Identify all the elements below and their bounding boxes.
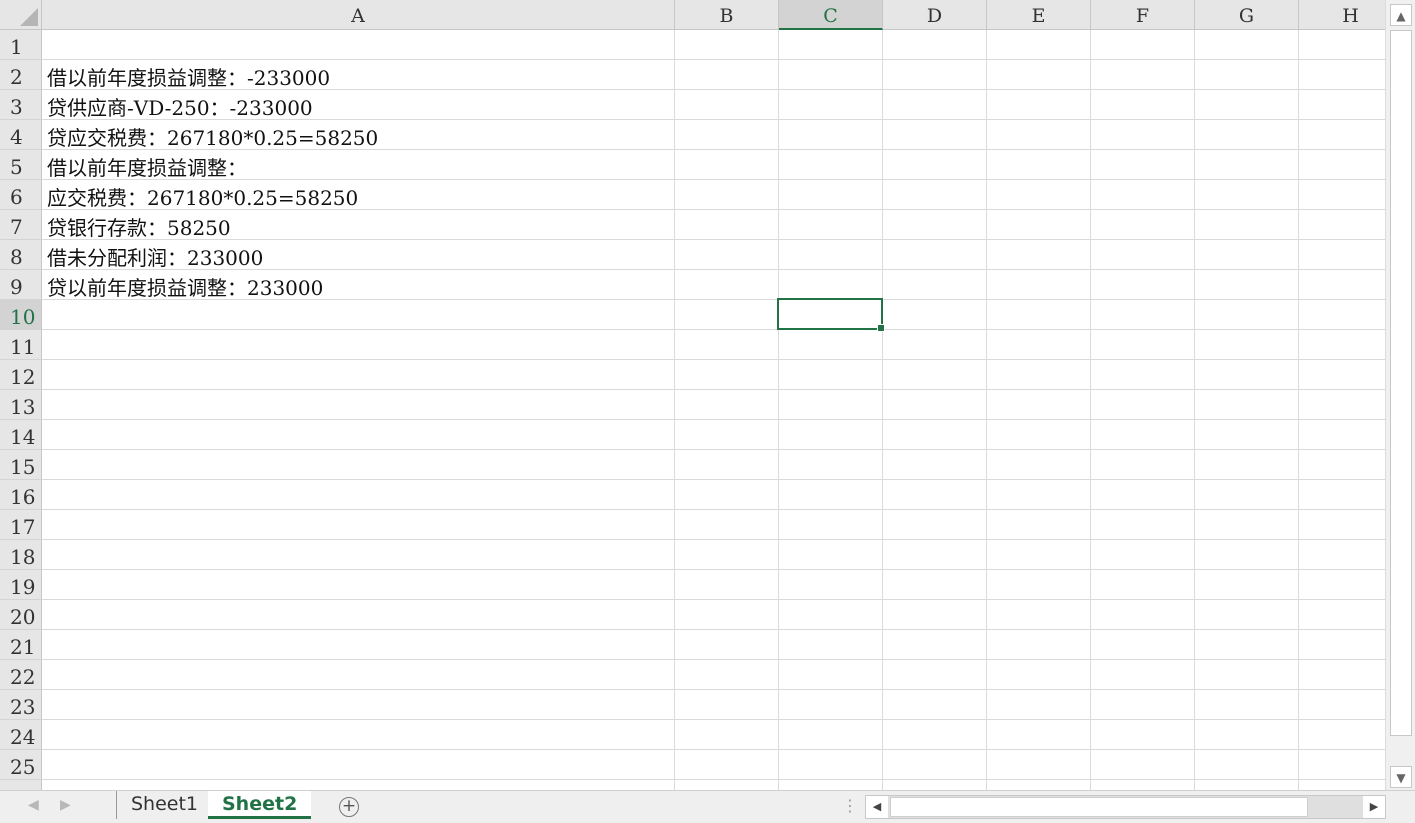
tab-scroll-left-icon[interactable]: ◀ (28, 797, 39, 813)
scroll-down-arrow-icon[interactable]: ▼ (1390, 766, 1412, 788)
row-gridline (42, 599, 1385, 600)
row-gridline (42, 629, 1385, 630)
scroll-left-arrow-icon[interactable]: ◀ (866, 796, 888, 818)
cell-a9[interactable]: 贷以前年度损益调整：233000 (47, 270, 323, 300)
row-header-24[interactable]: 24 (0, 720, 42, 750)
vertical-scrollbar[interactable]: ▲ ▼ (1385, 0, 1415, 790)
row-gridline (42, 749, 1385, 750)
vertical-scroll-thumb[interactable] (1390, 30, 1412, 736)
row-header-4[interactable]: 4 (0, 120, 42, 150)
row-gridline (42, 449, 1385, 450)
column-header-h[interactable]: H (1299, 0, 1385, 30)
column-gridline (1090, 30, 1091, 790)
cell-a2[interactable]: 借以前年度损益调整：-233000 (47, 60, 330, 90)
cell-a6[interactable]: 应交税费：267180*0.25=58250 (47, 180, 358, 210)
column-gridline (778, 30, 779, 790)
scroll-up-arrow-icon[interactable]: ▲ (1390, 4, 1412, 26)
row-header-2[interactable]: 2 (0, 60, 42, 90)
row-header-9[interactable]: 9 (0, 270, 42, 300)
horizontal-scrollbar[interactable]: ◀ ▶ (865, 795, 1386, 819)
row-header-7[interactable]: 7 (0, 210, 42, 240)
cell-a7[interactable]: 贷银行存款：58250 (47, 210, 231, 240)
row-header-13[interactable]: 13 (0, 390, 42, 420)
add-sheet-icon[interactable]: + (339, 797, 359, 817)
column-header-g[interactable]: G (1195, 0, 1299, 30)
column-gridline (674, 30, 675, 790)
row-header-3[interactable]: 3 (0, 90, 42, 120)
select-all-corner[interactable] (0, 0, 42, 30)
column-gridline (1194, 30, 1195, 790)
row-header-1[interactable]: 1 (0, 30, 42, 60)
row-header-15[interactable]: 15 (0, 450, 42, 480)
tab-scroll-right-icon[interactable]: ▶ (60, 797, 71, 813)
row-gridline (42, 719, 1385, 720)
row-gridline (42, 659, 1385, 660)
tab-sheet2[interactable]: Sheet2 (208, 791, 312, 819)
row-header-16[interactable]: 16 (0, 480, 42, 510)
split-handle-icon[interactable]: ⋮ (842, 796, 858, 815)
column-gridline (882, 30, 883, 790)
row-header-25[interactable]: 25 (0, 750, 42, 780)
row-gridline (42, 539, 1385, 540)
scroll-right-arrow-icon[interactable]: ▶ (1363, 796, 1385, 818)
row-header-14[interactable]: 14 (0, 420, 42, 450)
cell-a8[interactable]: 借未分配利润：233000 (47, 240, 263, 270)
column-gridline (1298, 30, 1299, 790)
column-gridline (986, 30, 987, 790)
sheet-tab-bar: ◀ ▶ Sheet1 Sheet2 + ⋮ ◀ ▶ (0, 790, 1415, 823)
row-gridline (42, 389, 1385, 390)
row-header-partial[interactable] (0, 780, 42, 790)
row-header-18[interactable]: 18 (0, 540, 42, 570)
column-header-a[interactable]: A (42, 0, 675, 30)
row-header-19[interactable]: 19 (0, 570, 42, 600)
row-gridline (42, 509, 1385, 510)
tab-sheet1[interactable]: Sheet1 (116, 791, 212, 819)
column-header-e[interactable]: E (987, 0, 1091, 30)
column-header-d[interactable]: D (883, 0, 987, 30)
row-header-17[interactable]: 17 (0, 510, 42, 540)
row-header-11[interactable]: 11 (0, 330, 42, 360)
row-header-6[interactable]: 6 (0, 180, 42, 210)
fill-handle[interactable] (877, 324, 885, 332)
column-header-b[interactable]: B (675, 0, 779, 30)
row-header-21[interactable]: 21 (0, 630, 42, 660)
row-header-23[interactable]: 23 (0, 690, 42, 720)
cell-a4[interactable]: 贷应交税费：267180*0.25=58250 (47, 120, 378, 150)
cell-a3[interactable]: 贷供应商-VD-250：-233000 (47, 90, 313, 120)
column-header-f[interactable]: F (1091, 0, 1195, 30)
active-cell-c10[interactable] (777, 298, 885, 332)
row-gridline (42, 329, 1385, 330)
row-header-8[interactable]: 8 (0, 240, 42, 270)
row-header-5[interactable]: 5 (0, 150, 42, 180)
column-header-c[interactable]: C (779, 0, 883, 30)
select-all-icon (20, 8, 38, 26)
row-gridline (42, 419, 1385, 420)
row-gridline (42, 479, 1385, 480)
horizontal-scroll-thumb[interactable] (890, 797, 1308, 817)
spreadsheet-grid[interactable]: A B C D E F G H 1 2 3 4 5 6 7 8 9 10 11 12 13 14 15 16 1… (0, 0, 1385, 790)
cell-a5[interactable]: 借以前年度损益调整： (47, 150, 247, 180)
row-header-10[interactable]: 10 (0, 300, 42, 330)
row-gridline (42, 689, 1385, 690)
row-gridline (42, 569, 1385, 570)
row-header-12[interactable]: 12 (0, 360, 42, 390)
row-gridline (42, 359, 1385, 360)
row-header-22[interactable]: 22 (0, 660, 42, 690)
row-gridline (42, 779, 1385, 780)
row-header-20[interactable]: 20 (0, 600, 42, 630)
